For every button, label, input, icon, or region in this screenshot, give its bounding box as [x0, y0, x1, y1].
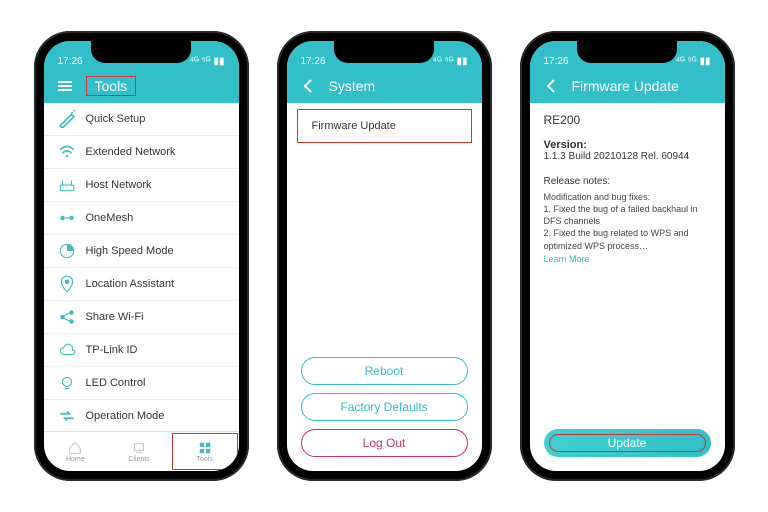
tools-icon: [198, 441, 212, 455]
phone-system: 17:26 ⁴ᴳ ⁵ᴳ ▮▮ System Firmware Update Re…: [277, 31, 492, 481]
list-item-label: Host Network: [86, 179, 152, 191]
status-time: 17:26: [301, 56, 326, 67]
notes-heading: Modification and bug fixes:: [544, 191, 711, 203]
status-indicators: ⁴ᴳ ⁵ᴳ ▮▮: [433, 56, 468, 67]
release-notes-label: Release notes:: [544, 176, 711, 187]
status-indicators: ⁴ᴳ ⁵ᴳ ▮▮: [676, 56, 711, 67]
phone-tools: 17:26 ⁴ᴳ ⁵ᴳ ▮▮ Tools Quick Setup Extende…: [34, 31, 249, 481]
release-note-1: 1. Fixed the bug of a failed backhaul in…: [544, 203, 711, 227]
tab-home[interactable]: Home: [44, 432, 108, 471]
tab-label: Home: [66, 456, 85, 463]
bottom-tabs: Home Clients Tools: [44, 431, 239, 471]
firmware-body: RE200 Version: 1.1.3 Build 20210128 Rel.…: [530, 103, 725, 425]
led-icon: [58, 375, 76, 391]
header-system: System: [287, 69, 482, 103]
router-icon: [58, 177, 76, 193]
page-title: System: [329, 78, 376, 94]
home-icon: [68, 441, 82, 455]
page-title: Tools: [86, 76, 137, 96]
list-item-label: TP-Link ID: [86, 344, 138, 356]
factory-defaults-button[interactable]: Factory Defaults: [301, 393, 468, 421]
tab-clients[interactable]: Clients: [107, 432, 171, 471]
release-notes: Modification and bug fixes: 1. Fixed the…: [544, 191, 711, 252]
list-item-label: Extended Network: [86, 146, 176, 158]
list-item-label: Firmware Update: [312, 120, 396, 132]
list-item-operation-mode[interactable]: Operation Mode: [44, 400, 239, 431]
button-label: Log Out: [363, 436, 406, 450]
version-value: 1.1.3 Build 20210128 Rel. 60944: [544, 151, 711, 162]
share-icon: [58, 309, 76, 325]
notch: [91, 41, 191, 63]
notch: [577, 41, 677, 63]
header-firmware: Firmware Update: [530, 69, 725, 103]
list-item-label: Location Assistant: [86, 278, 175, 290]
list-item-location-assist[interactable]: Location Assistant: [44, 268, 239, 301]
list-item-label: OneMesh: [86, 212, 134, 224]
phone-firmware: 17:26 ⁴ᴳ ⁵ᴳ ▮▮ Firmware Update RE200 Ver…: [520, 31, 735, 481]
list-item-led-control[interactable]: LED Control: [44, 367, 239, 400]
wand-icon: [58, 111, 76, 127]
status-indicators: ⁴ᴳ ⁵ᴳ ▮▮: [190, 56, 225, 67]
notch: [334, 41, 434, 63]
device-name: RE200: [544, 113, 711, 127]
list-item-label: Quick Setup: [86, 113, 146, 125]
list-item-onemesh[interactable]: OneMesh: [44, 202, 239, 235]
reboot-button[interactable]: Reboot: [301, 357, 468, 385]
button-label: Factory Defaults: [340, 400, 427, 414]
list-item-label: High Speed Mode: [86, 245, 174, 257]
page-title: Firmware Update: [572, 78, 679, 94]
list-item-label: LED Control: [86, 377, 146, 389]
list-item-label: Share Wi-Fi: [86, 311, 144, 323]
header-tools: Tools: [44, 69, 239, 103]
hamburger-icon[interactable]: [56, 77, 74, 95]
status-time: 17:26: [544, 56, 569, 67]
list-item-share-wifi[interactable]: Share Wi-Fi: [44, 301, 239, 334]
tab-label: Tools: [197, 456, 213, 463]
mesh-icon: [58, 210, 76, 226]
location-icon: [58, 276, 76, 292]
back-icon[interactable]: [542, 77, 560, 95]
learn-more-link[interactable]: Learn More: [544, 254, 711, 264]
list-item-extended-network[interactable]: Extended Network: [44, 136, 239, 169]
back-icon[interactable]: [299, 77, 317, 95]
list-item-host-network[interactable]: Host Network: [44, 169, 239, 202]
update-button[interactable]: Update: [544, 429, 711, 457]
release-note-2: 2. Fixed the bug related to WPS and opti…: [544, 227, 711, 251]
tab-tools[interactable]: Tools: [172, 433, 238, 470]
wifi-icon: [58, 144, 76, 160]
list-item-high-speed[interactable]: High Speed Mode: [44, 235, 239, 268]
list-item-firmware-update[interactable]: Firmware Update: [297, 109, 472, 143]
status-time: 17:26: [58, 56, 83, 67]
clients-icon: [132, 441, 146, 455]
list-item-quick-setup[interactable]: Quick Setup: [44, 103, 239, 136]
button-label: Reboot: [365, 364, 404, 378]
cloud-icon: [58, 342, 76, 358]
button-label: Update: [608, 436, 647, 450]
logout-button[interactable]: Log Out: [301, 429, 468, 457]
speed-icon: [58, 243, 76, 259]
list-item-tplink-id[interactable]: TP-Link ID: [44, 334, 239, 367]
tab-label: Clients: [128, 456, 149, 463]
mode-icon: [58, 408, 76, 424]
version-label: Version:: [544, 139, 711, 151]
list-item-label: Operation Mode: [86, 410, 165, 422]
tools-list: Quick Setup Extended Network Host Networ…: [44, 103, 239, 431]
